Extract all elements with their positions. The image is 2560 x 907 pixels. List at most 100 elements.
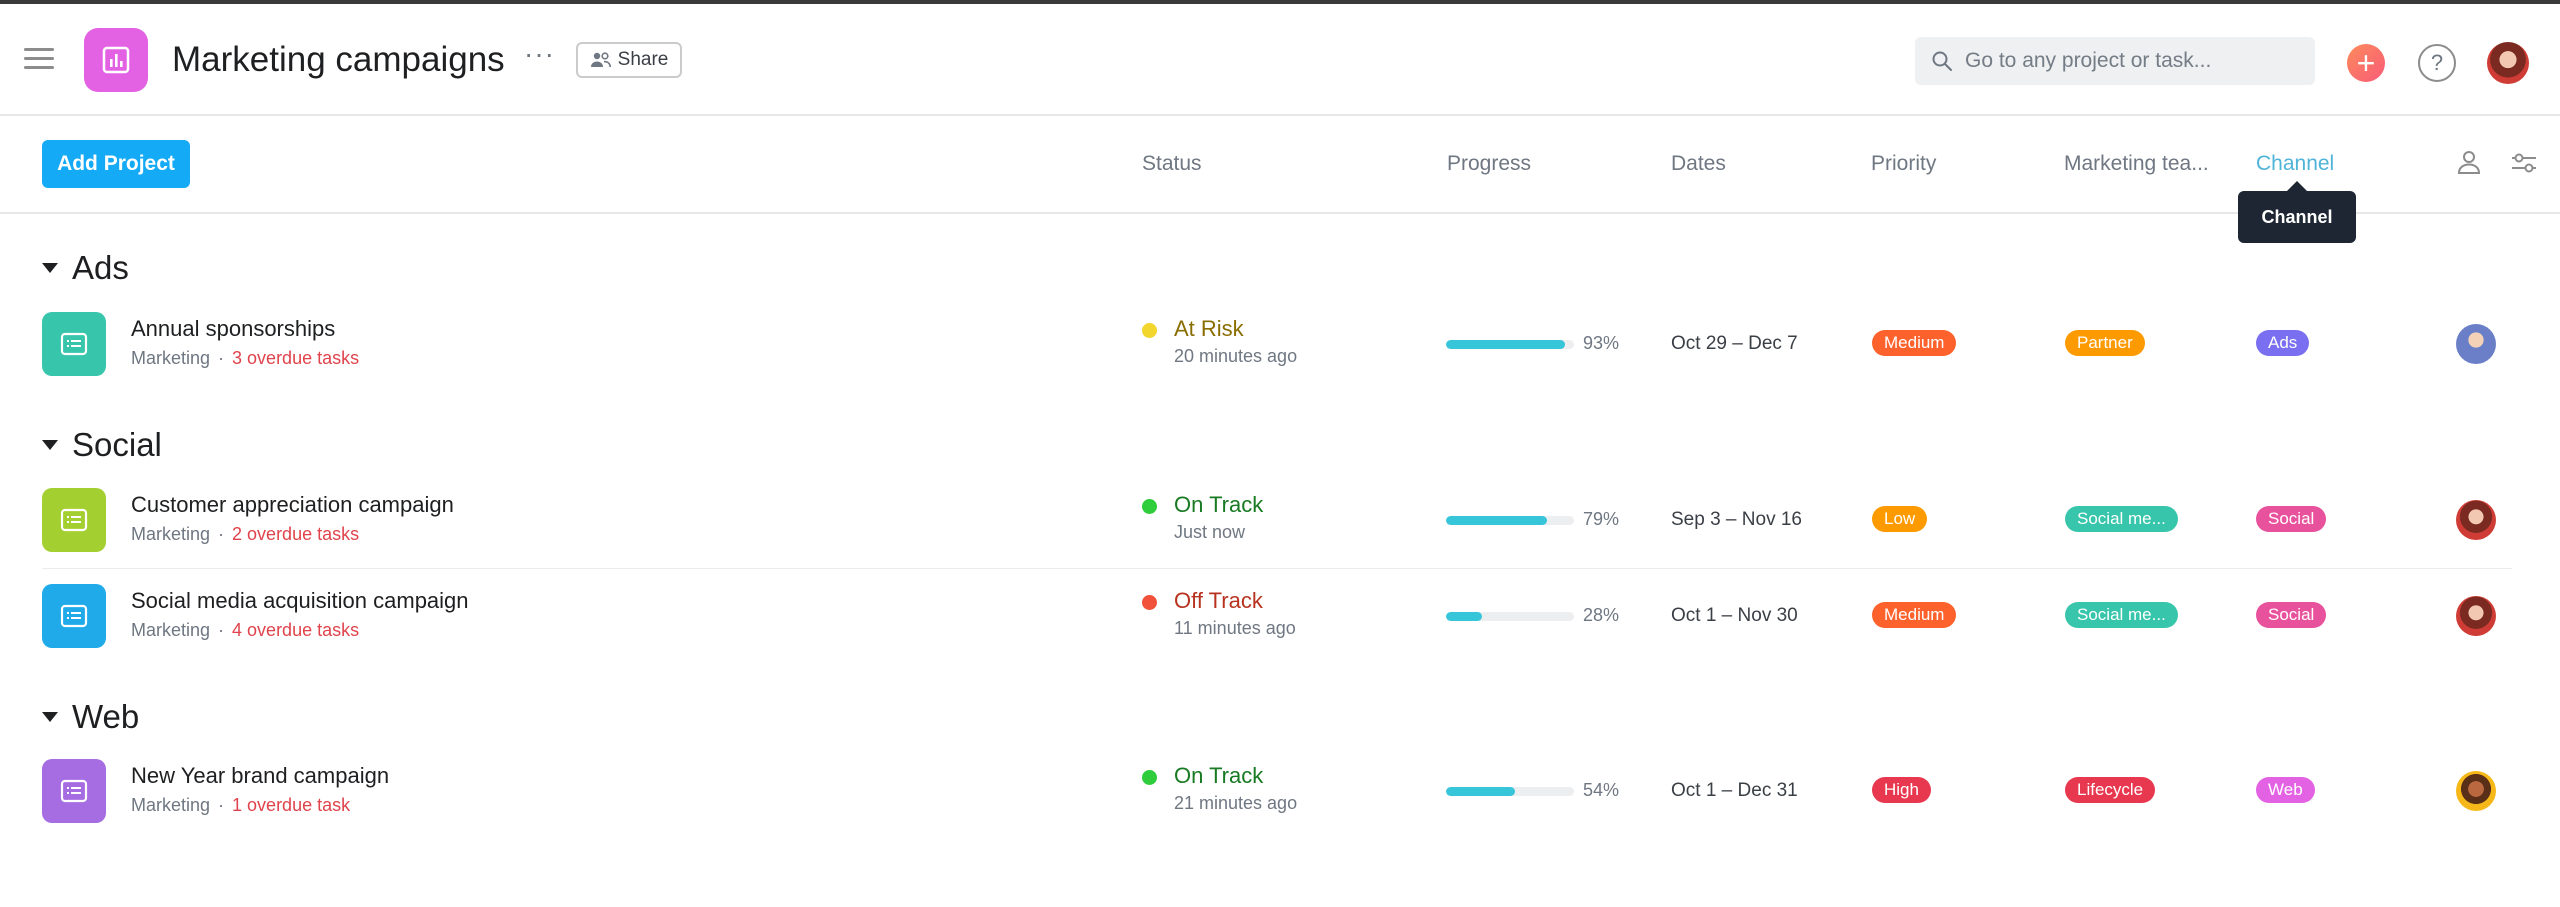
collapse-triangle-icon[interactable] xyxy=(42,712,58,722)
progress-percent: 28% xyxy=(1583,605,1620,625)
collapse-triangle-icon[interactable] xyxy=(42,440,58,450)
overdue-tasks[interactable]: 4 overdue tasks xyxy=(232,620,359,640)
status-dot xyxy=(1142,770,1157,785)
marketing-team-pill[interactable]: Social me... xyxy=(2065,506,2178,532)
collapse-triangle-icon[interactable] xyxy=(42,263,58,273)
quick-add-button[interactable]: + xyxy=(2347,44,2385,82)
project-icon xyxy=(84,28,148,92)
marketing-team-pill[interactable]: Social me... xyxy=(2065,602,2178,628)
priority-pill[interactable]: Medium xyxy=(1872,602,1957,628)
progress-fill xyxy=(1446,787,1516,796)
progress-fill xyxy=(1446,340,1566,349)
priority-pill[interactable]: Low xyxy=(1872,506,1928,532)
status-time: 20 minutes ago xyxy=(1174,346,1298,366)
list-icon xyxy=(60,604,88,628)
channel-pill[interactable]: Web xyxy=(2256,777,2315,803)
share-label: Share xyxy=(617,49,669,70)
column-progress[interactable]: Progress xyxy=(1447,152,1531,176)
column-marketing-team[interactable]: Marketing tea... xyxy=(2064,152,2209,176)
project-meta: Marketing · 4 overdue tasks xyxy=(131,620,359,641)
project-meta: Marketing · 2 overdue tasks xyxy=(131,524,359,545)
overdue-tasks[interactable]: 1 overdue task xyxy=(232,795,350,815)
date-range[interactable]: Oct 29 – Dec 7 xyxy=(1671,333,1798,355)
search-input[interactable] xyxy=(1965,49,2285,73)
date-range[interactable]: Sep 3 – Nov 16 xyxy=(1671,509,1802,531)
column-priority[interactable]: Priority xyxy=(1871,152,1936,176)
progress-bar xyxy=(1446,787,1574,796)
progress-bar xyxy=(1446,612,1574,621)
progress-fill xyxy=(1446,612,1482,621)
channel-pill[interactable]: Social xyxy=(2256,506,2327,532)
overdue-tasks[interactable]: 3 overdue tasks xyxy=(232,348,359,368)
meta-separator: · xyxy=(218,524,225,544)
channel-pill[interactable]: Ads xyxy=(2256,330,2310,356)
date-range[interactable]: Oct 1 – Nov 30 xyxy=(1671,605,1798,627)
marketing-team-pill[interactable]: Partner xyxy=(2065,330,2145,356)
project-row-icon[interactable] xyxy=(42,312,106,376)
list-icon xyxy=(60,332,88,356)
project-team: Marketing xyxy=(131,795,211,815)
project-row-icon[interactable] xyxy=(42,584,106,648)
owner-avatar[interactable] xyxy=(2456,500,2496,540)
bar-chart-icon xyxy=(102,46,130,74)
project-name[interactable]: Social media acquisition campaign xyxy=(131,588,469,614)
project-name[interactable]: Customer appreciation campaign xyxy=(131,492,454,518)
people-icon xyxy=(590,52,611,68)
table-row[interactable]: Customer appreciation campaign Marketing ·… xyxy=(0,474,2560,568)
column-dates[interactable]: Dates xyxy=(1671,152,1726,176)
person-icon[interactable] xyxy=(2456,149,2482,175)
project-row-icon[interactable] xyxy=(42,488,106,552)
status-label[interactable]: On Track xyxy=(1174,763,1263,789)
project-name[interactable]: New Year brand campaign xyxy=(131,763,389,789)
table-row[interactable]: Annual sponsorships Marketing · 3 overdue t… xyxy=(0,298,2560,392)
top-bar: Marketing campaigns ··· Share + ? xyxy=(0,4,2560,116)
add-project-button[interactable]: Add Project xyxy=(42,140,190,188)
progress-percent: 54% xyxy=(1583,780,1620,800)
date-range[interactable]: Oct 1 – Dec 31 xyxy=(1671,780,1798,802)
section-header[interactable]: Web xyxy=(42,697,139,737)
project-meta: Marketing · 3 overdue tasks xyxy=(131,348,359,369)
project-team: Marketing xyxy=(131,620,211,640)
table-row[interactable]: Social media acquisition campaign Marketi… xyxy=(0,570,2560,664)
project-row-icon[interactable] xyxy=(42,759,106,823)
column-channel[interactable]: Channel xyxy=(2256,152,2334,176)
owner-avatar[interactable] xyxy=(2456,324,2496,364)
list-icon xyxy=(60,779,88,803)
status-label[interactable]: On Track xyxy=(1174,492,1263,518)
section-header[interactable]: Social xyxy=(42,425,162,465)
priority-pill[interactable]: High xyxy=(1872,777,1931,803)
priority-pill[interactable]: Medium xyxy=(1872,330,1957,356)
table-row[interactable]: New Year brand campaign Marketing · 1 overd… xyxy=(0,745,2560,839)
share-button[interactable]: Share xyxy=(576,42,682,78)
more-actions-icon[interactable]: ··· xyxy=(524,40,555,68)
owner-avatar[interactable] xyxy=(2456,596,2496,636)
status-time: 11 minutes ago xyxy=(1174,618,1296,638)
status-dot xyxy=(1142,499,1157,514)
owner-avatar[interactable] xyxy=(2456,771,2496,811)
project-meta: Marketing · 1 overdue task xyxy=(131,795,350,816)
marketing-team-pill[interactable]: Lifecycle xyxy=(2065,777,2156,803)
status-time: Just now xyxy=(1174,522,1246,542)
project-team: Marketing xyxy=(131,524,211,544)
overdue-tasks[interactable]: 2 overdue tasks xyxy=(232,524,359,544)
section-header[interactable]: Ads xyxy=(42,248,129,288)
column-header-bar: Add Project Status Progress Dates Priori… xyxy=(0,118,2560,214)
sliders-icon[interactable] xyxy=(2510,151,2538,175)
help-button[interactable]: ? xyxy=(2418,44,2456,82)
project-team: Marketing xyxy=(131,348,211,368)
progress-percent: 79% xyxy=(1583,509,1620,529)
status-time: 21 minutes ago xyxy=(1174,793,1298,813)
section-title: Social xyxy=(72,426,162,463)
column-status[interactable]: Status xyxy=(1142,152,1202,176)
progress-percent: 93% xyxy=(1583,333,1620,353)
hamburger-icon[interactable] xyxy=(24,46,54,72)
channel-pill[interactable]: Social xyxy=(2256,602,2327,628)
status-label[interactable]: At Risk xyxy=(1174,316,1244,342)
user-avatar[interactable] xyxy=(2487,42,2529,84)
status-dot xyxy=(1142,595,1157,610)
channel-tooltip: Channel xyxy=(2238,181,2356,243)
search-bar[interactable] xyxy=(1915,37,2315,85)
status-label[interactable]: Off Track xyxy=(1174,588,1263,614)
project-name[interactable]: Annual sponsorships xyxy=(131,316,335,342)
page-title: Marketing campaigns xyxy=(172,40,505,79)
